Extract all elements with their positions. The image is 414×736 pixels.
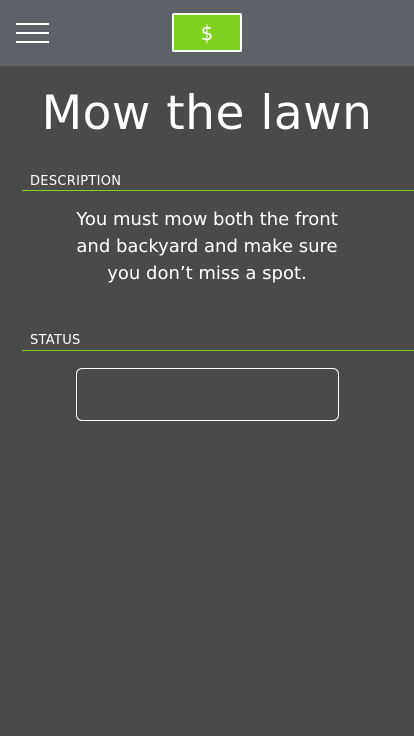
task-description: You must mow both the front and backyard…	[76, 209, 338, 284]
menu-line	[16, 32, 49, 34]
status-field[interactable]	[76, 368, 339, 421]
description-label: DESCRIPTION	[30, 174, 122, 189]
hamburger-menu-icon[interactable]	[16, 20, 49, 46]
menu-line	[16, 41, 49, 43]
money-button[interactable]: $	[172, 13, 242, 52]
dollar-icon: $	[200, 20, 214, 45]
status-divider	[22, 350, 414, 351]
menu-line	[16, 23, 49, 25]
description-divider	[22, 190, 414, 191]
status-label: STATUS	[30, 333, 81, 348]
top-bar: $	[0, 0, 414, 66]
task-title: Mow the lawn	[41, 86, 373, 141]
